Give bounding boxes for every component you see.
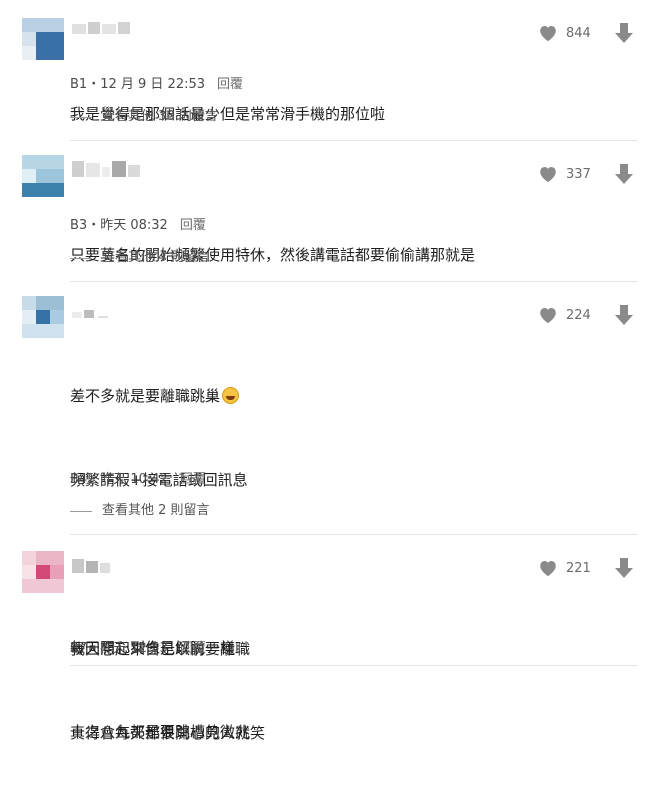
heart-icon [540,167,556,183]
comment-line: 真得會每天都很開心見人就笑 [70,724,266,742]
view-more-replies[interactable]: 查看其他 38 則留言 [70,108,218,126]
like-button[interactable]: 844 [538,24,591,42]
timestamp: 12 月 9 日 22:53 [100,77,206,92]
down-arrow-icon [615,23,633,43]
view-more-label: 查看其他 4 則留言 [102,250,210,265]
floor-number: B7 [70,641,88,656]
dislike-button[interactable] [614,22,634,48]
reply-button[interactable]: 回覆 [180,472,206,487]
username-blurred[interactable] [72,161,142,177]
divider [70,665,637,666]
like-count: 221 [566,560,591,576]
reply-button[interactable]: 回覆 [180,218,206,233]
divider [70,140,637,141]
comment-meta: B4・昨天 10:42 回覆 [70,471,206,489]
comment-meta: B3・昨天 08:32 回覆 [70,217,206,235]
dislike-button[interactable] [614,557,634,583]
floor-number: B4 [70,472,88,487]
comment-meta: B1・12 月 9 日 22:53 回覆 [70,76,243,94]
down-arrow-icon [615,305,633,325]
comment-meta: B7・昨天 12:53 回覆 [70,640,206,658]
dash-line [70,116,92,118]
avatar[interactable] [22,155,64,197]
comment-text: 我回想起來自己以前要離職 真得會每天都很開心見人就笑 [70,579,265,803]
heart-icon [540,26,556,42]
timestamp: 昨天 12:53 [100,641,168,656]
timestamp: 昨天 08:32 [100,218,168,233]
like-count: 224 [566,307,591,323]
avatar[interactable] [22,551,64,593]
like-button[interactable]: 221 [538,559,591,577]
username-blurred[interactable] [72,557,112,573]
dislike-button[interactable] [614,304,634,330]
floor-number: B1 [70,77,88,92]
like-button[interactable]: 224 [538,306,591,324]
view-more-replies[interactable]: 查看其他 2 則留言 [70,502,210,520]
avatar[interactable] [22,18,64,60]
reply-button[interactable]: 回覆 [180,641,206,656]
username-blurred[interactable] [72,20,132,36]
divider [70,281,637,282]
avatar[interactable] [22,296,64,338]
down-arrow-icon [615,164,633,184]
divider [70,534,637,535]
meta-separator: ・ [87,77,101,92]
view-more-replies[interactable]: 查看其他 4 則留言 [70,249,210,267]
dislike-button[interactable] [614,163,634,189]
heart-icon [540,308,556,324]
view-more-label: 查看其他 38 則留言 [102,109,218,124]
meta-separator: ・ [87,218,101,233]
username-blurred[interactable] [72,302,112,318]
like-count: 844 [566,25,591,41]
dash-line [70,510,92,512]
comment-line-text: 差不多就是要離職跳巢 [70,387,221,405]
floor-number: B3 [70,218,88,233]
meta-separator: ・ [87,472,101,487]
heart-icon [540,561,556,577]
view-more-label: 查看其他 2 則留言 [102,503,210,518]
timestamp: 昨天 10:42 [100,472,168,487]
like-button[interactable]: 337 [538,165,591,183]
like-count: 337 [566,166,591,182]
meta-separator: ・ [87,641,101,656]
down-arrow-icon [615,558,633,578]
comment-line: 差不多就是要離職跳巢 [70,382,250,410]
reply-button[interactable]: 回覆 [217,77,243,92]
grinning-sweat-emoji [222,387,240,404]
dash-line [70,257,92,259]
